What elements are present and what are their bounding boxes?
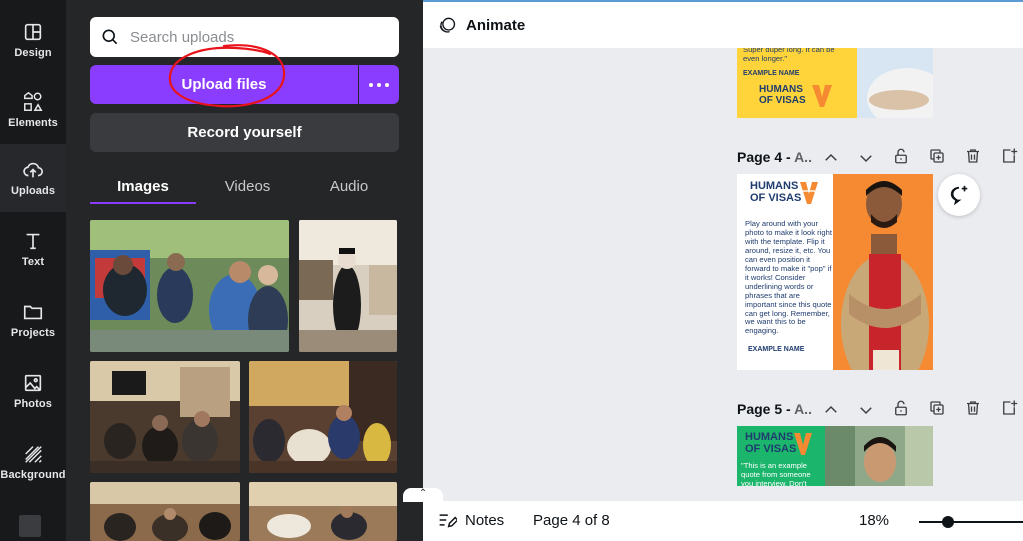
design-canvas: Super duper long. It can be even longer.… (423, 48, 1023, 501)
rail-item-more[interactable] (19, 515, 41, 537)
page-5-title-suffix: A.. (794, 401, 812, 417)
person-photo (841, 181, 929, 370)
page-5-quote-text: "This is an example quote from someone y… (741, 461, 811, 486)
rail-label-elements: Elements (8, 117, 58, 129)
prev-logo-line2: OF VISAS (759, 95, 806, 106)
upload-files-button[interactable]: Upload files (90, 65, 358, 104)
zoom-level[interactable]: 18% (859, 512, 889, 529)
page-indicator[interactable]: Page 4 of 8 (533, 512, 610, 529)
page-3-card[interactable]: Super duper long. It can be even longer.… (737, 48, 933, 118)
page-4-card[interactable]: HUMANS OF VISAS Play around with your ph… (737, 174, 933, 370)
left-rail: Design Elements Uploads Text Projects Ph… (0, 0, 66, 541)
search-box[interactable] (90, 17, 399, 57)
prev-quote-text: Super duper long. It can be even longer.… (743, 48, 835, 63)
rail-label-photos: Photos (14, 398, 52, 410)
brand-v-logo-icon (812, 85, 832, 107)
page-4-title-text: Page 4 - (737, 149, 795, 165)
rail-label-background: Background (0, 469, 66, 481)
rail-label-projects: Projects (10, 327, 56, 339)
page-5-logo-line1: HUMANS (745, 431, 794, 443)
move-page-down-icon[interactable] (857, 401, 875, 419)
elements-icon (24, 91, 43, 111)
rail-item-design[interactable]: Design (0, 6, 66, 74)
person-photo (825, 426, 933, 486)
rail-item-background[interactable]: Background (0, 428, 66, 496)
tab-audio[interactable]: Audio (299, 168, 399, 204)
notes-icon (439, 514, 457, 528)
cloud-upload-icon (23, 162, 43, 178)
media-tabs: Images Videos Audio (90, 168, 399, 204)
top-bar: Animate (423, 0, 1023, 48)
comment-add-icon (950, 185, 968, 206)
upload-thumbnail[interactable] (90, 220, 289, 352)
upload-thumbnail[interactable] (299, 220, 397, 352)
rail-item-text[interactable]: Text (0, 215, 66, 283)
add-comment-button[interactable] (938, 174, 980, 216)
tab-images[interactable]: Images (90, 168, 196, 204)
move-page-up-icon[interactable] (822, 401, 840, 419)
search-icon (102, 29, 118, 45)
upload-thumbnail[interactable] (90, 482, 240, 541)
duplicate-page-icon[interactable] (928, 399, 946, 417)
rail-label-uploads: Uploads (10, 185, 56, 197)
rail-label-design: Design (14, 47, 52, 59)
unlock-icon[interactable] (892, 147, 910, 165)
rail-item-uploads[interactable]: Uploads (0, 144, 66, 212)
upload-thumbnail[interactable] (249, 361, 397, 473)
rail-item-elements[interactable]: Elements (0, 76, 66, 144)
brand-v-logo-icon (794, 433, 812, 455)
page-4-example-name: EXAMPLE NAME (748, 346, 805, 353)
folder-icon (23, 305, 43, 320)
trash-icon[interactable] (964, 147, 982, 165)
move-page-up-icon[interactable] (822, 149, 840, 167)
page-5-title-text: Page 5 - (737, 401, 795, 417)
page-5-card[interactable]: HUMANS OF VISAS "This is an example quot… (737, 426, 933, 486)
unlock-icon[interactable] (892, 399, 910, 417)
page-5-logo-line2: OF VISAS (745, 443, 797, 455)
upload-more-options-button[interactable] (359, 65, 399, 104)
animate-icon[interactable] (437, 15, 457, 35)
prev-logo-line1: HUMANS (759, 84, 803, 95)
animate-button[interactable]: Animate (466, 17, 525, 34)
rail-label-text: Text (21, 256, 45, 268)
duplicate-page-icon[interactable] (928, 147, 946, 165)
expand-pages-chevron-up-icon[interactable]: ⌃ (403, 488, 443, 502)
page-4-logo-line1: HUMANS (750, 180, 799, 192)
prev-example-name: EXAMPLE NAME (743, 70, 800, 77)
add-page-icon[interactable] (1000, 399, 1018, 417)
page-5-title[interactable]: Page 5 - A.. (737, 401, 812, 417)
active-tab-indicator (90, 202, 196, 204)
notes-label: Notes (465, 511, 505, 529)
tab-videos[interactable]: Videos (196, 168, 299, 204)
zoom-slider-knob[interactable] (942, 516, 954, 528)
add-page-icon[interactable] (1000, 147, 1018, 165)
upload-thumbnail[interactable] (90, 361, 240, 473)
bottom-bar: Notes Page 4 of 8 18% (423, 501, 1023, 541)
rail-item-photos[interactable]: Photos (0, 357, 66, 425)
trash-icon[interactable] (964, 399, 982, 417)
zoom-slider-track[interactable] (919, 521, 1023, 523)
upload-thumbnail[interactable] (249, 482, 397, 541)
search-input[interactable] (130, 28, 380, 46)
notes-button[interactable]: Notes (437, 511, 504, 529)
page-4-logo-line2: OF VISAS (750, 192, 802, 204)
design-icon (24, 23, 42, 41)
more-dots-icon (369, 82, 373, 87)
brand-v-logo-icon (800, 182, 818, 204)
move-page-down-icon[interactable] (857, 149, 875, 167)
record-yourself-button[interactable]: Record yourself (90, 113, 399, 152)
page-4-title[interactable]: Page 4 - A.. (737, 149, 812, 165)
page-4-quote-text: Play around with your photo to make it l… (745, 219, 832, 336)
photo-icon (24, 374, 42, 392)
text-icon (26, 233, 40, 250)
background-icon (25, 446, 42, 463)
uploads-panel: Upload files Record yourself Images Vide… (66, 0, 423, 541)
page-4-title-suffix: A.. (794, 149, 812, 165)
rail-item-projects[interactable]: Projects (0, 286, 66, 354)
